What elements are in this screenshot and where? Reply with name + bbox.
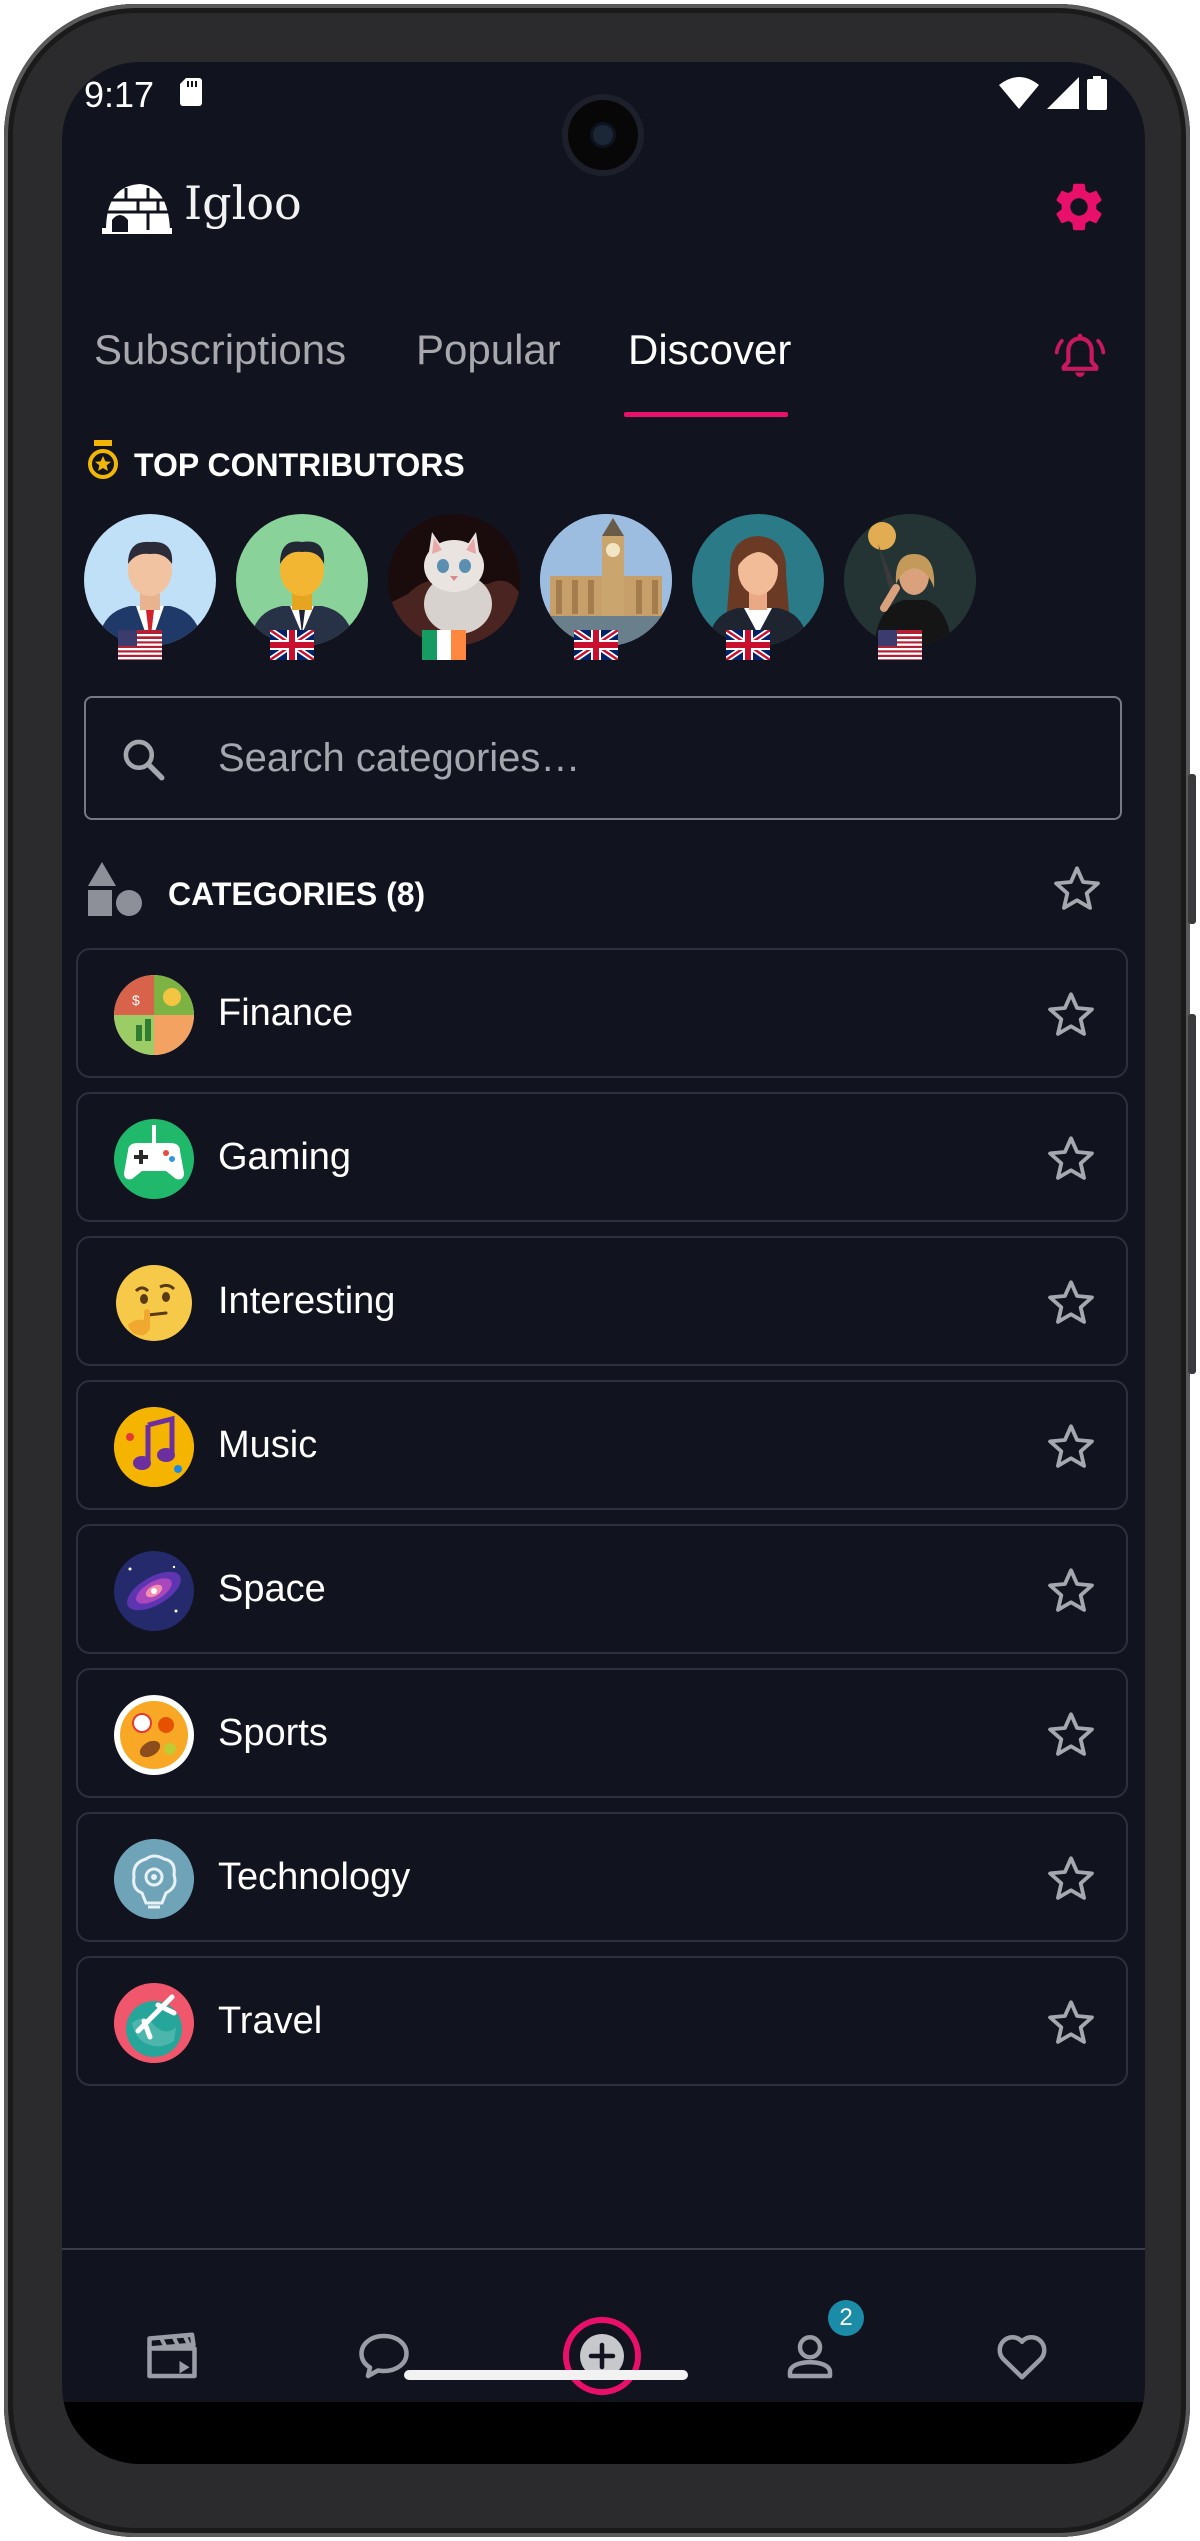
music-note-icon <box>114 1407 194 1487</box>
category-name: Travel <box>218 2000 323 2042</box>
shapes-icon <box>88 862 142 916</box>
galaxy-icon <box>114 1551 194 1631</box>
category-row-sports[interactable]: Sports <box>76 1668 1128 1798</box>
star-outline-icon[interactable] <box>1050 862 1104 916</box>
uk-flag-icon <box>270 630 314 660</box>
us-flag-icon <box>118 630 162 660</box>
star-outline-icon[interactable] <box>1044 1132 1098 1186</box>
category-row-music[interactable]: Music <box>76 1380 1128 1510</box>
medal-icon <box>88 440 118 479</box>
uk-flag-icon <box>726 630 770 660</box>
notification-badge: 2 <box>828 2300 864 2336</box>
tab-subscriptions[interactable]: Subscriptions <box>94 326 346 374</box>
sports-balls-icon <box>114 1695 194 1775</box>
gesture-bar-area <box>62 2402 1145 2464</box>
uk-flag-icon <box>574 630 618 660</box>
contributor-avatar[interactable] <box>84 514 216 646</box>
category-row-technology[interactable]: Technology <box>76 1812 1128 1942</box>
star-outline-icon[interactable] <box>1044 1708 1098 1762</box>
contributor-avatar[interactable] <box>844 514 976 646</box>
star-outline-icon[interactable] <box>1044 1996 1098 2050</box>
category-row-finance[interactable]: $ Finance <box>76 948 1128 1078</box>
category-name: Finance <box>218 992 354 1034</box>
svg-text:$: $ <box>132 992 140 1008</box>
category-name: Music <box>218 1424 318 1466</box>
ireland-flag-icon <box>422 630 466 660</box>
contributor-avatar[interactable] <box>540 514 672 646</box>
contributor-avatar[interactable] <box>388 514 520 646</box>
star-outline-icon[interactable] <box>1044 988 1098 1042</box>
category-row-travel[interactable]: Travel <box>76 1956 1128 2086</box>
phone-frame: 9:17 Igloo Subscriptions Popular Discove… <box>4 4 1196 2537</box>
front-camera <box>568 100 638 170</box>
star-outline-icon[interactable] <box>1044 1420 1098 1474</box>
airplane-globe-icon <box>114 1983 194 2063</box>
star-outline-icon[interactable] <box>1044 1564 1098 1618</box>
active-tab-indicator <box>624 412 788 417</box>
app-title: Igloo <box>184 176 302 230</box>
add-circle-icon[interactable] <box>562 2316 642 2396</box>
category-name: Gaming <box>218 1136 352 1178</box>
finance-icon: $ <box>114 975 194 1055</box>
contributor-avatar[interactable] <box>236 514 368 646</box>
star-outline-icon[interactable] <box>1044 1276 1098 1330</box>
gear-icon[interactable] <box>1050 178 1108 236</box>
top-contributors-label: TOP CONTRIBUTORS <box>134 447 465 483</box>
categories-label: CATEGORIES (8) <box>168 876 426 912</box>
category-row-gaming[interactable]: Gaming <box>76 1092 1128 1222</box>
category-name: Sports <box>218 1712 328 1754</box>
bell-icon[interactable] <box>1052 328 1108 384</box>
profile-icon[interactable] <box>780 2326 840 2386</box>
us-flag-icon <box>878 630 922 660</box>
tab-discover[interactable]: Discover <box>628 326 791 374</box>
sd-card-icon <box>180 78 202 106</box>
signal-icon <box>1047 77 1079 109</box>
app-screen: 9:17 Igloo Subscriptions Popular Discove… <box>62 62 1145 2464</box>
star-outline-icon[interactable] <box>1044 1852 1098 1906</box>
battery-icon <box>1087 76 1107 110</box>
category-row-interesting[interactable]: Interesting <box>76 1236 1128 1366</box>
wifi-icon <box>999 77 1039 109</box>
heart-icon[interactable] <box>992 2326 1052 2386</box>
search-input[interactable] <box>218 726 1078 790</box>
thinking-face-icon <box>114 1263 194 1343</box>
nav-divider <box>62 2248 1145 2250</box>
igloo-icon <box>102 184 172 234</box>
gamepad-icon <box>114 1119 194 1199</box>
status-icons <box>999 76 1107 110</box>
brain-gear-icon <box>114 1839 194 1919</box>
category-row-space[interactable]: Space <box>76 1524 1128 1654</box>
tab-popular[interactable]: Popular <box>416 326 561 374</box>
category-name: Interesting <box>218 1280 396 1322</box>
power-button <box>1188 774 1196 924</box>
search-field[interactable] <box>84 696 1122 820</box>
volume-button <box>1188 1014 1196 1374</box>
status-time: 9:17 <box>84 74 155 115</box>
clapperboard-icon[interactable] <box>142 2326 202 2386</box>
home-indicator[interactable] <box>404 2370 688 2380</box>
category-name: Space <box>218 1568 326 1610</box>
category-name: Technology <box>218 1856 411 1898</box>
search-icon <box>123 739 165 781</box>
contributor-avatar[interactable] <box>692 514 824 646</box>
